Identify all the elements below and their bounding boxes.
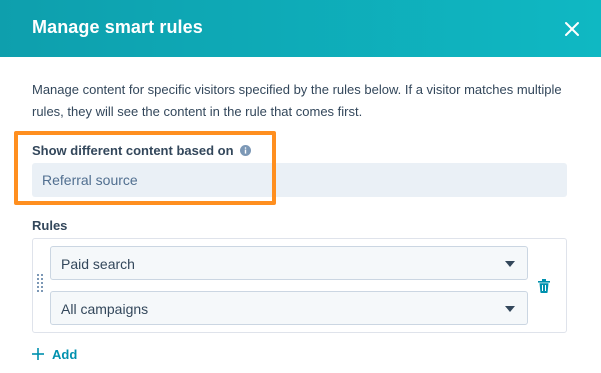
chevron-down-icon <box>505 306 515 312</box>
drag-handle-icon[interactable] <box>36 273 46 295</box>
chevron-down-icon <box>505 261 515 267</box>
info-icon[interactable] <box>239 144 251 156</box>
rule-source-select-value: Paid search <box>61 256 135 272</box>
rule-campaign-select[interactable]: All campaigns <box>50 291 528 325</box>
add-rule-button[interactable]: Add <box>32 346 77 362</box>
rule-campaign-select-value: All campaigns <box>61 301 149 317</box>
close-icon[interactable] <box>561 18 583 40</box>
rules-label: Rules <box>32 218 68 233</box>
content-based-on-label: Show different content based on <box>32 143 251 158</box>
plus-icon <box>32 348 44 360</box>
content-based-on-label-text: Show different content based on <box>32 143 234 158</box>
add-rule-label: Add <box>52 346 78 362</box>
referral-source-field: Referral source <box>32 163 567 197</box>
rule-source-select[interactable]: Paid search <box>50 246 528 280</box>
modal-description: Manage content for specific visitors spe… <box>32 82 562 119</box>
modal-header: Manage smart rules <box>0 0 601 57</box>
modal-title: Manage smart rules <box>32 17 203 37</box>
trash-icon[interactable] <box>538 279 550 293</box>
